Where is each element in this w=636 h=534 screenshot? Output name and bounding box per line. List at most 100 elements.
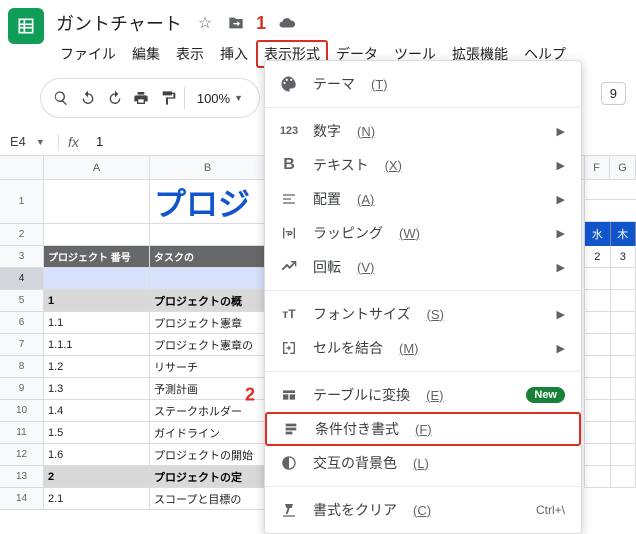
- cell[interactable]: プロジェクトの概: [150, 290, 265, 312]
- cell[interactable]: [611, 466, 636, 488]
- menu-view[interactable]: 表示: [168, 40, 212, 68]
- cell[interactable]: [44, 180, 149, 224]
- row-header[interactable]: 11: [0, 422, 44, 444]
- menu-rotation[interactable]: 回転 (V) ▶: [265, 250, 581, 284]
- row-header[interactable]: 10: [0, 400, 44, 422]
- menu-theme[interactable]: テーマ (T): [265, 67, 581, 101]
- cell[interactable]: [585, 290, 611, 312]
- col-header-a[interactable]: A: [44, 156, 150, 179]
- menu-wrapping[interactable]: ラッピング (W) ▶: [265, 216, 581, 250]
- paint-format-icon[interactable]: [157, 85, 178, 111]
- cell[interactable]: プロジェクト憲章の: [150, 334, 265, 356]
- cell[interactable]: [585, 400, 611, 422]
- select-all-corner[interactable]: [0, 156, 44, 179]
- cell[interactable]: プロジェクト憲章: [150, 312, 265, 334]
- cell[interactable]: タスクの: [150, 246, 265, 268]
- cell[interactable]: 2: [44, 466, 149, 488]
- row-header[interactable]: 2: [0, 224, 44, 246]
- row-header[interactable]: 14: [0, 488, 44, 510]
- cell[interactable]: [611, 378, 636, 400]
- print-icon[interactable]: [131, 85, 152, 111]
- cell[interactable]: [611, 400, 636, 422]
- cell[interactable]: 1.2: [44, 356, 149, 378]
- cell[interactable]: [44, 224, 149, 246]
- doc-title[interactable]: ガントチャート: [52, 8, 186, 38]
- menu-conditional-formatting[interactable]: 条件付き書式 (F): [265, 412, 581, 446]
- redo-icon[interactable]: [104, 85, 125, 111]
- cell[interactable]: プロジェクトの定: [150, 466, 265, 488]
- menu-text[interactable]: B テキスト (X) ▶: [265, 148, 581, 182]
- cell[interactable]: 1.3: [44, 378, 149, 400]
- cell[interactable]: 2: [585, 246, 611, 268]
- cell-project-title[interactable]: プロジ: [150, 180, 265, 224]
- row-header[interactable]: 12: [0, 444, 44, 466]
- cell[interactable]: [150, 224, 265, 246]
- chevron-right-icon: ▶: [557, 193, 565, 206]
- cell[interactable]: [585, 312, 611, 334]
- undo-icon[interactable]: [78, 85, 99, 111]
- cell[interactable]: [585, 422, 611, 444]
- name-box[interactable]: E4▼: [0, 134, 58, 149]
- cell[interactable]: [585, 378, 611, 400]
- menu-insert[interactable]: 挿入: [212, 40, 256, 68]
- cell[interactable]: 1.4: [44, 400, 149, 422]
- row-header[interactable]: 8: [0, 356, 44, 378]
- cell[interactable]: [611, 268, 636, 290]
- day-header[interactable]: 木: [611, 222, 636, 246]
- row-header[interactable]: 1: [0, 180, 44, 224]
- row-header[interactable]: 4: [0, 268, 44, 290]
- star-icon[interactable]: ☆: [194, 9, 216, 37]
- menu-align[interactable]: 配置 (A) ▶: [265, 182, 581, 216]
- move-icon[interactable]: [224, 11, 248, 35]
- cell[interactable]: [44, 268, 149, 290]
- cell[interactable]: プロジェクト 番号: [44, 246, 149, 268]
- cell[interactable]: [585, 334, 611, 356]
- menu-edit[interactable]: 編集: [124, 40, 168, 68]
- cell[interactable]: [585, 466, 611, 488]
- cell[interactable]: [611, 334, 636, 356]
- row-header[interactable]: 5: [0, 290, 44, 312]
- row-header[interactable]: 3: [0, 246, 44, 268]
- cell[interactable]: [150, 268, 265, 290]
- menu-separator: [265, 486, 581, 487]
- cell[interactable]: 1: [44, 290, 149, 312]
- cell[interactable]: 3: [611, 246, 636, 268]
- cell[interactable]: [611, 290, 636, 312]
- cell[interactable]: 2.1: [44, 488, 149, 510]
- sheets-logo[interactable]: [8, 8, 44, 44]
- cloud-saved-icon[interactable]: [274, 10, 300, 36]
- right-badge[interactable]: 9: [601, 82, 626, 105]
- cell[interactable]: [585, 356, 611, 378]
- menu-font-size[interactable]: ᴛT フォントサイズ (S) ▶: [265, 297, 581, 331]
- cell[interactable]: [611, 422, 636, 444]
- cell[interactable]: ガイドライン: [150, 422, 265, 444]
- zoom-select[interactable]: 100%▼: [191, 91, 249, 106]
- day-header[interactable]: 水: [585, 222, 611, 246]
- cell[interactable]: 1.1: [44, 312, 149, 334]
- row-header[interactable]: 6: [0, 312, 44, 334]
- cell[interactable]: プロジェクトの開始: [150, 444, 265, 466]
- cell[interactable]: [585, 268, 611, 290]
- cell[interactable]: 1.6: [44, 444, 149, 466]
- row-header[interactable]: 9: [0, 378, 44, 400]
- row-header[interactable]: 13: [0, 466, 44, 488]
- menu-alternating-colors[interactable]: 交互の背景色 (L): [265, 446, 581, 480]
- row-header[interactable]: 7: [0, 334, 44, 356]
- menu-number[interactable]: 123 数字 (N) ▶: [265, 114, 581, 148]
- menu-clear-formatting[interactable]: 書式をクリア (C) Ctrl+\: [265, 493, 581, 527]
- formula-input[interactable]: 1: [88, 134, 103, 149]
- search-icon[interactable]: [51, 85, 72, 111]
- cell[interactable]: スコープと目標の: [150, 488, 265, 510]
- menu-file[interactable]: ファイル: [52, 40, 124, 68]
- cell[interactable]: リサーチ: [150, 356, 265, 378]
- cell[interactable]: [585, 444, 611, 466]
- cell[interactable]: 1.5: [44, 422, 149, 444]
- col-header-b[interactable]: B: [150, 156, 266, 179]
- menu-separator: [265, 290, 581, 291]
- cell[interactable]: 1.1.1: [44, 334, 149, 356]
- cell[interactable]: [611, 312, 636, 334]
- cell[interactable]: [611, 444, 636, 466]
- menu-merge-cells[interactable]: セルを結合 (M) ▶: [265, 331, 581, 365]
- menu-convert-table[interactable]: 2 テーブルに変換 (E) New: [265, 378, 581, 412]
- cell[interactable]: [611, 356, 636, 378]
